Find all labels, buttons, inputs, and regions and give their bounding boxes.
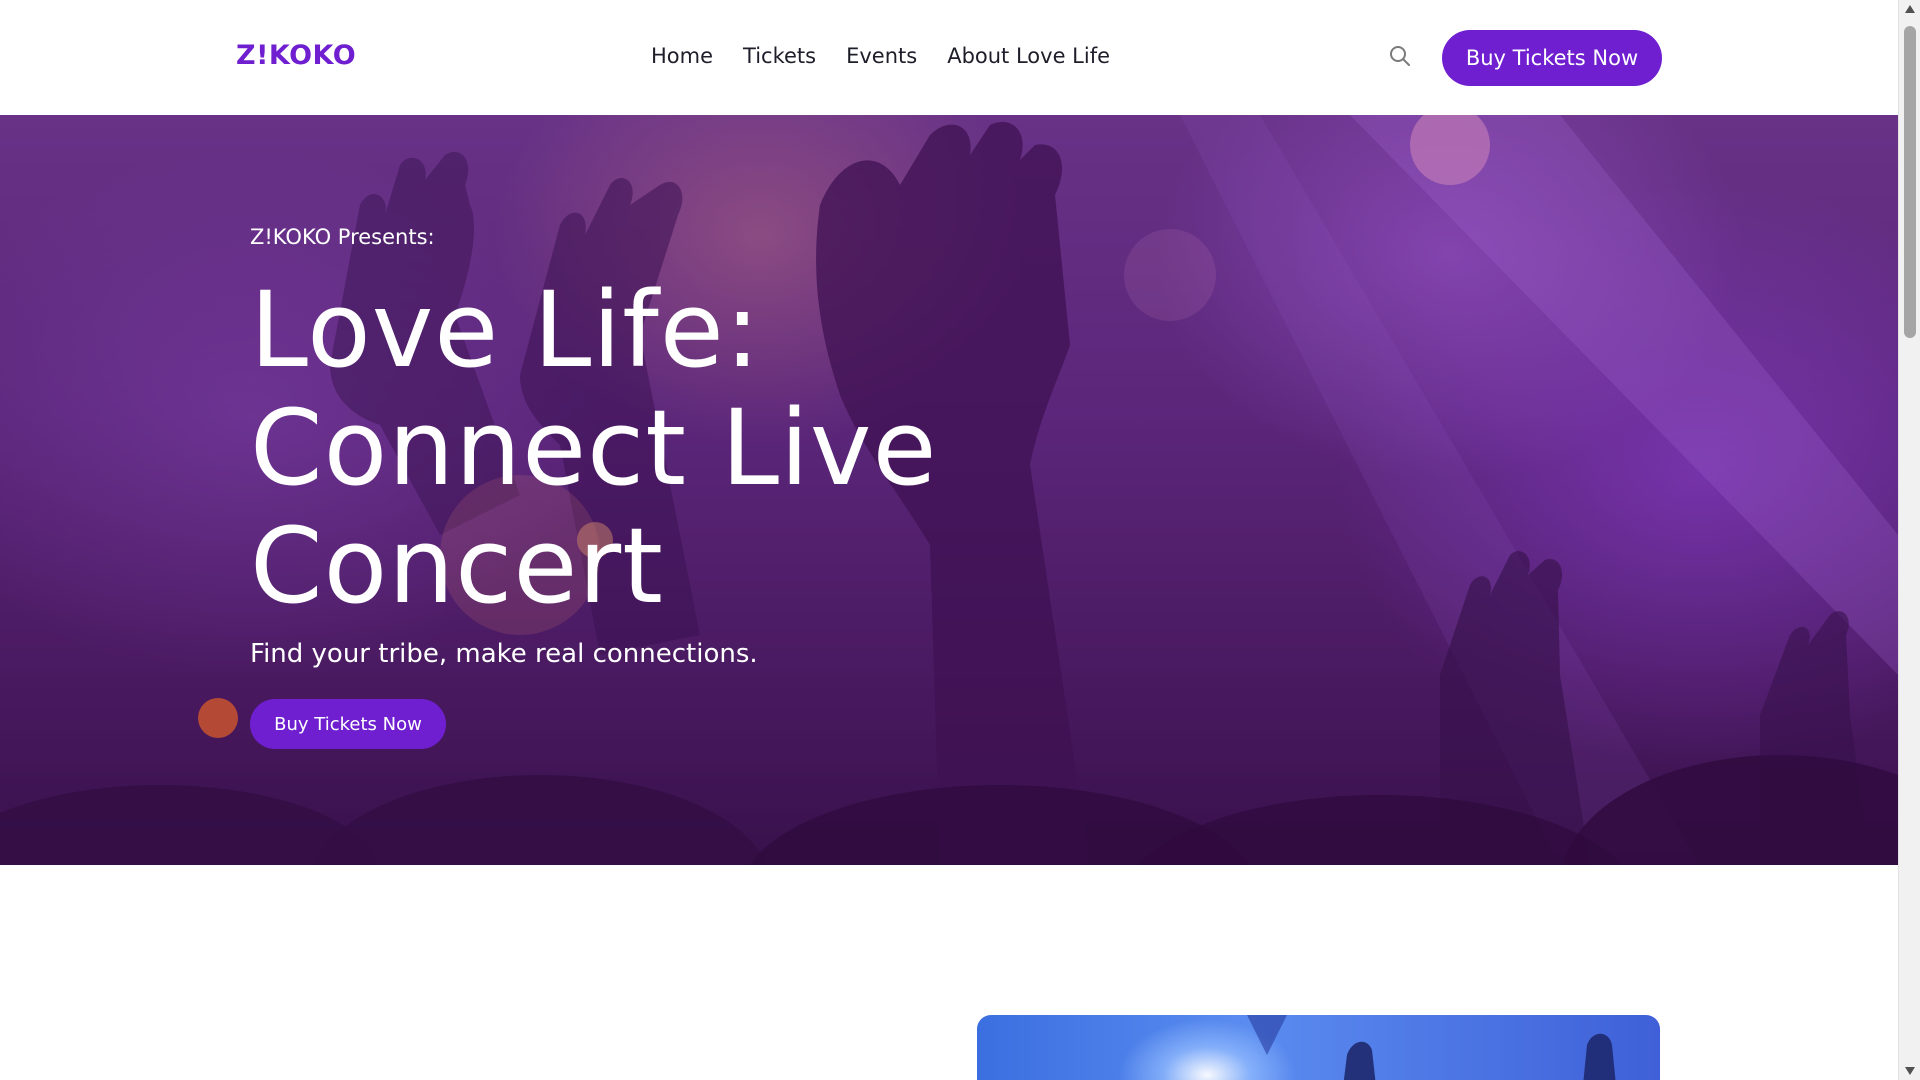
concert-preview-artwork <box>1247 1015 1616 1080</box>
triangle-down-icon <box>1905 1067 1915 1075</box>
scroll-down-button[interactable] <box>1899 1062 1920 1080</box>
main-nav: Home Tickets Events About Love Life <box>651 44 1110 68</box>
scroll-up-button[interactable] <box>1899 0 1920 18</box>
hero-eyebrow: Z!KOKO Presents: <box>250 225 435 249</box>
hero-section: Z!KOKO Presents: Love Life: Connect Live… <box>0 115 1898 865</box>
hero-buy-tickets-button[interactable]: Buy Tickets Now <box>250 699 446 749</box>
nav-link-about[interactable]: About Love Life <box>947 44 1110 68</box>
nav-link-home[interactable]: Home <box>651 44 713 68</box>
concert-preview-image <box>977 1015 1660 1080</box>
site-header: Z!KOKO Home Tickets Events About Love Li… <box>0 0 1898 115</box>
scrollbar-thumb[interactable] <box>1904 26 1916 338</box>
nav-link-events[interactable]: Events <box>846 44 917 68</box>
search-icon <box>1390 46 1410 66</box>
page-scrollbar[interactable] <box>1898 0 1920 1080</box>
site-logo[interactable]: Z!KOKO <box>236 40 356 71</box>
header-buy-tickets-button[interactable]: Buy Tickets Now <box>1442 30 1662 86</box>
hero-content: Z!KOKO Presents: Love Life: Connect Live… <box>250 225 1150 749</box>
hero-title: Love Life: Connect Live Concert <box>250 269 938 627</box>
hero-subtitle: Find your tribe, make real connections. <box>250 639 758 669</box>
search-button[interactable] <box>1386 42 1414 70</box>
page-viewport: Z!KOKO Home Tickets Events About Love Li… <box>0 0 1898 1080</box>
nav-link-tickets[interactable]: Tickets <box>743 44 816 68</box>
triangle-up-icon <box>1905 5 1915 13</box>
